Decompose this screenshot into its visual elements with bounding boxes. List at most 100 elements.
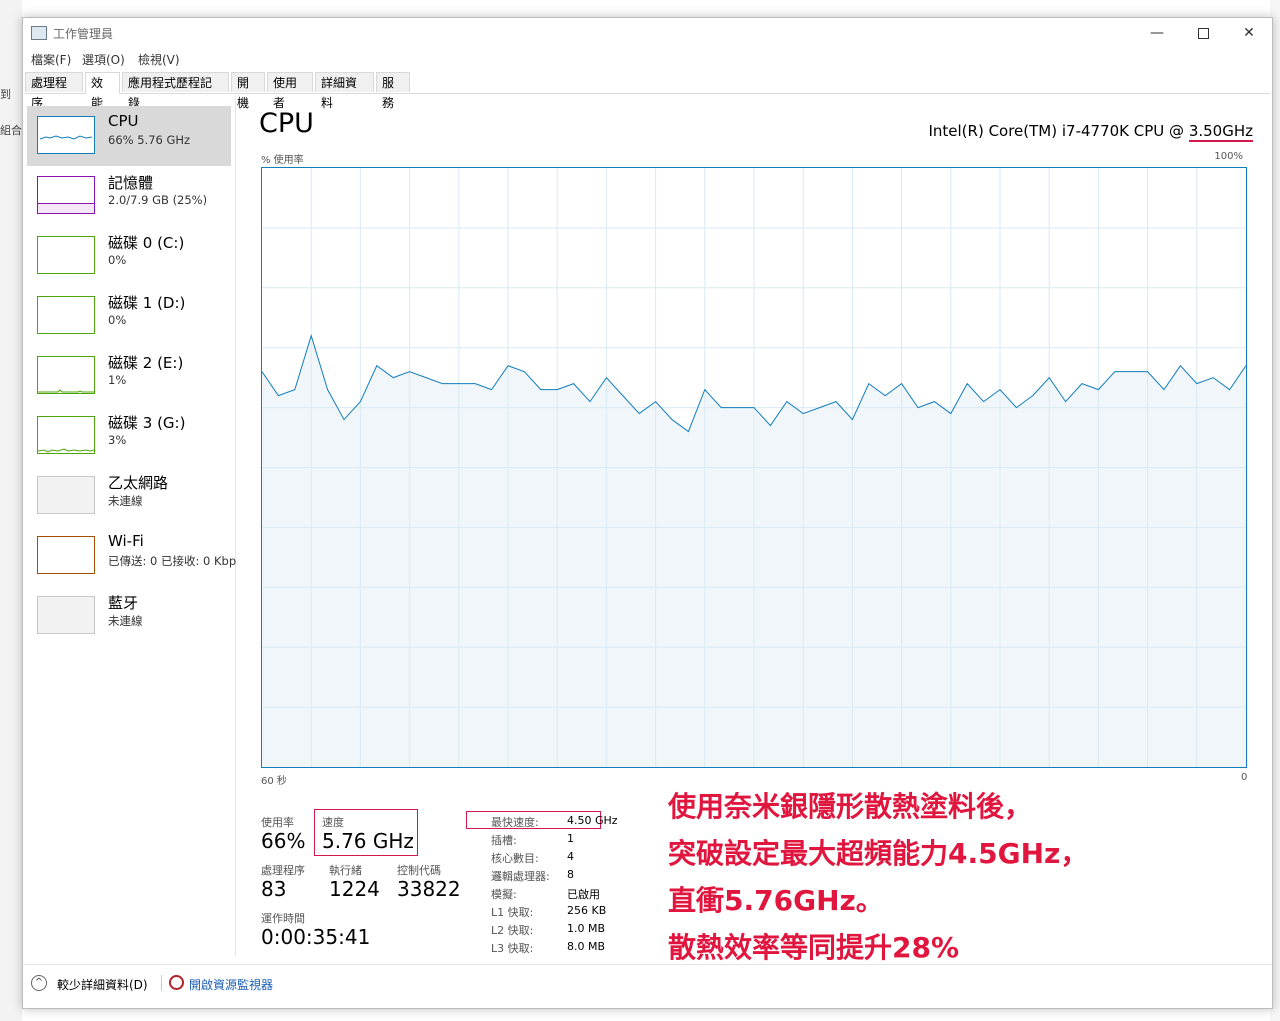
cpu-usage-graph bbox=[261, 167, 1247, 768]
usage-axis-max: 100% bbox=[1214, 151, 1243, 162]
disk-thumbnail-graph bbox=[37, 296, 95, 334]
background-explorer-strip: 到 組合 bbox=[0, 0, 22, 1021]
tab-strip: 處理程序 效能 應用程式歷程記錄 開機 使用者 詳細資料 服務 bbox=[25, 72, 1270, 110]
cpu-model-prefix: Intel(R) Core(TM) i7-4770K CPU @ bbox=[928, 122, 1189, 140]
detail-key: 邏輯處理器: bbox=[491, 870, 550, 883]
menu-options[interactable]: 選項(O) bbox=[82, 51, 125, 68]
background-label: 組合 bbox=[0, 124, 22, 137]
tab-performance[interactable]: 效能 bbox=[85, 72, 120, 110]
sidebar-item-value: 未連線 bbox=[108, 494, 143, 508]
handles-value: 33822 bbox=[397, 877, 461, 901]
sidebar-item-value: 0% bbox=[108, 313, 127, 327]
sidebar-item-memory[interactable]: 記憶體 2.0/7.9 GB (25%) bbox=[27, 166, 231, 226]
title-bar[interactable]: 工作管理員 — ✕ bbox=[23, 18, 1272, 48]
sidebar-item-label: 記憶體 bbox=[108, 174, 154, 192]
annotation-line: 散熱效率等同提升28% bbox=[668, 931, 960, 964]
sidebar-item-value: 未連線 bbox=[108, 614, 143, 628]
cpu-model-name: Intel(R) Core(TM) i7-4770K CPU @ 3.50GHz bbox=[928, 122, 1253, 142]
sidebar-item-cpu[interactable]: CPU 66% 5.76 GHz bbox=[27, 106, 231, 166]
cpu-base-speed: 3.50GHz bbox=[1188, 122, 1253, 142]
detail-key: 最快速度: bbox=[491, 816, 539, 829]
detail-value: 已啟用 bbox=[567, 888, 600, 901]
menu-file[interactable]: 檔案(F) bbox=[31, 51, 71, 68]
close-icon: ✕ bbox=[1243, 25, 1255, 41]
resource-sidebar: CPU 66% 5.76 GHz 記憶體 2.0/7.9 GB (25%) 磁碟… bbox=[23, 96, 236, 956]
task-manager-icon bbox=[31, 26, 47, 40]
menu-bar: 檔案(F) 選項(O) 檢視(V) bbox=[23, 48, 1272, 68]
detail-key: 插槽: bbox=[491, 834, 517, 847]
speed-label: 速度 bbox=[322, 816, 344, 829]
ethernet-thumbnail-graph bbox=[37, 476, 95, 514]
disk-thumbnail-graph bbox=[37, 356, 95, 394]
minimize-icon: — bbox=[1150, 25, 1164, 41]
detail-key: L2 快取: bbox=[491, 924, 534, 937]
disk-thumbnail-graph bbox=[37, 416, 95, 454]
detail-value: 256 KB bbox=[567, 904, 607, 917]
utilization-label: 使用率 bbox=[261, 816, 294, 829]
tab-details[interactable]: 詳細資料 bbox=[315, 72, 374, 110]
detail-value: 1 bbox=[567, 832, 574, 845]
sidebar-item-label: 磁碟 2 (E:) bbox=[108, 354, 184, 372]
detail-key: 模擬: bbox=[491, 888, 517, 901]
processes-label: 處理程序 bbox=[261, 864, 305, 877]
menu-view[interactable]: 檢視(V) bbox=[138, 51, 180, 68]
cpu-thumbnail-graph bbox=[37, 116, 95, 154]
tab-app-history[interactable]: 應用程式歷程記錄 bbox=[122, 72, 229, 110]
uptime-value: 0:00:35:41 bbox=[261, 925, 371, 949]
time-axis-start: 60 秒 bbox=[261, 776, 287, 787]
detail-key: L1 快取: bbox=[491, 906, 534, 919]
chevron-up-icon[interactable]: ^ bbox=[31, 975, 47, 991]
page-title: CPU bbox=[259, 108, 314, 139]
sidebar-item-disk-2[interactable]: 磁碟 2 (E:) 1% bbox=[27, 346, 231, 406]
annotation-line: 直衝5.76GHz。 bbox=[668, 884, 884, 917]
open-resource-monitor-link[interactable]: 開啟資源監視器 bbox=[189, 976, 273, 993]
detail-value: 8 bbox=[567, 868, 574, 881]
time-axis-end: 0 bbox=[1241, 772, 1248, 783]
sidebar-item-value: 0% bbox=[108, 253, 127, 267]
sidebar-item-value: 已傳送: 0 已接收: 0 Kbp bbox=[108, 554, 237, 568]
memory-thumbnail-graph bbox=[37, 176, 95, 214]
minimize-button[interactable]: — bbox=[1134, 18, 1180, 48]
utilization-value: 66% bbox=[261, 829, 306, 853]
sidebar-item-label: 藍牙 bbox=[108, 594, 139, 612]
speed-value: 5.76 GHz bbox=[322, 829, 414, 853]
sidebar-item-ethernet[interactable]: 乙太網路 未連線 bbox=[27, 466, 231, 526]
resource-monitor-icon[interactable] bbox=[169, 975, 184, 990]
handles-label: 控制代碼 bbox=[397, 864, 441, 877]
sidebar-item-value: 1% bbox=[108, 373, 127, 387]
processes-value: 83 bbox=[261, 877, 287, 901]
sidebar-item-disk-0[interactable]: 磁碟 0 (C:) 0% bbox=[27, 226, 231, 286]
close-button[interactable]: ✕ bbox=[1226, 18, 1272, 48]
fewer-details-button[interactable]: 較少詳細資料(D) bbox=[57, 976, 148, 993]
disk-thumbnail-graph bbox=[37, 236, 95, 274]
sidebar-item-bluetooth[interactable]: 藍牙 未連線 bbox=[27, 586, 231, 646]
sidebar-item-label: 磁碟 0 (C:) bbox=[108, 234, 185, 252]
sidebar-item-value: 66% 5.76 GHz bbox=[108, 133, 191, 147]
maximize-icon bbox=[1197, 27, 1209, 39]
background-label: 到 bbox=[0, 88, 11, 101]
detail-value: 4 bbox=[567, 850, 574, 863]
tab-users[interactable]: 使用者 bbox=[267, 72, 313, 110]
annotation-line: 使用奈米銀隱形散熱塗料後， bbox=[668, 790, 1033, 823]
tab-services[interactable]: 服務 bbox=[376, 72, 410, 110]
sidebar-item-value: 3% bbox=[108, 433, 127, 447]
sidebar-item-label: 乙太網路 bbox=[108, 474, 169, 492]
sidebar-item-label: CPU bbox=[108, 112, 139, 130]
sidebar-item-label: 磁碟 3 (G:) bbox=[108, 414, 186, 432]
sidebar-item-disk-1[interactable]: 磁碟 1 (D:) 0% bbox=[27, 286, 231, 346]
detail-value: 8.0 MB bbox=[567, 940, 606, 953]
detail-value: 4.50 GHz bbox=[567, 814, 618, 827]
maximize-button[interactable] bbox=[1180, 18, 1226, 48]
tab-processes[interactable]: 處理程序 bbox=[25, 72, 83, 110]
sidebar-item-wifi[interactable]: Wi-Fi 已傳送: 0 已接收: 0 Kbp bbox=[27, 526, 236, 586]
detail-key: 核心數目: bbox=[491, 852, 539, 865]
tab-startup[interactable]: 開機 bbox=[231, 72, 265, 110]
uptime-label: 運作時間 bbox=[261, 912, 305, 925]
usage-axis-label: % 使用率 bbox=[261, 155, 304, 166]
threads-label: 執行緒 bbox=[329, 864, 362, 877]
sidebar-item-value: 2.0/7.9 GB (25%) bbox=[108, 193, 208, 207]
sidebar-item-label: Wi-Fi bbox=[108, 532, 144, 550]
bluetooth-thumbnail-graph bbox=[37, 596, 95, 634]
sidebar-item-disk-3[interactable]: 磁碟 3 (G:) 3% bbox=[27, 406, 231, 466]
annotation-line: 突破設定最大超頻能力4.5GHz， bbox=[668, 837, 1089, 870]
